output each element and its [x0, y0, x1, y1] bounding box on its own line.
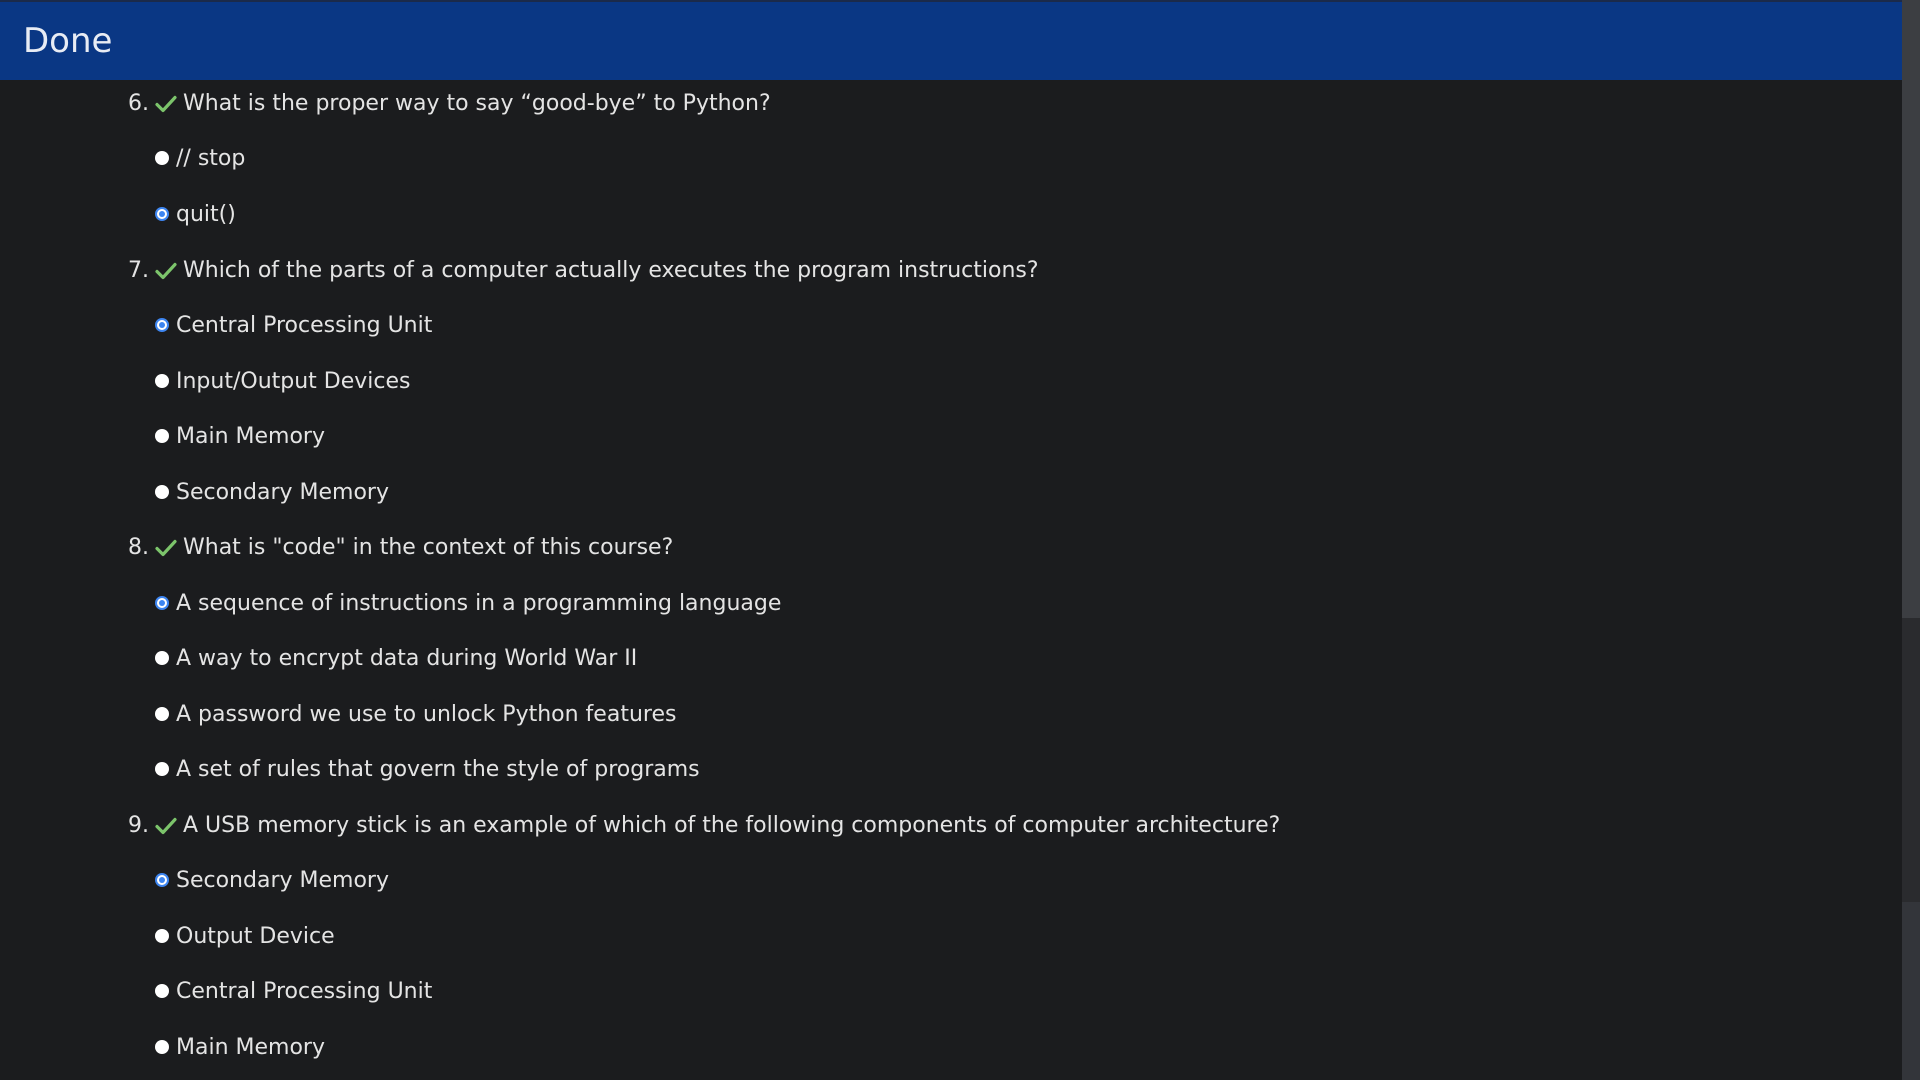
option-label[interactable]: Central Processing Unit [176, 979, 432, 1004]
page-title: Done [23, 21, 113, 61]
question-text: A USB memory stick is an example of whic… [183, 812, 1281, 838]
option-label[interactable]: // stop [176, 146, 245, 171]
radio-button-selected[interactable] [155, 318, 169, 332]
radio-button[interactable] [155, 929, 169, 943]
radio-button[interactable] [155, 151, 169, 165]
check-icon [155, 261, 177, 280]
option-label[interactable]: Main Memory [176, 424, 325, 449]
radio-button[interactable] [155, 984, 169, 998]
option-label[interactable]: quit() [176, 202, 236, 227]
option-row[interactable]: Output Device [155, 920, 335, 952]
radio-button-selected[interactable] [155, 596, 169, 610]
quiz-content[interactable]: 6. What is the proper way to say “good-b… [0, 80, 1902, 1080]
question-7: 7. Which of the parts of a computer actu… [128, 254, 1039, 286]
option-row[interactable]: Input/Output Devices [155, 365, 411, 397]
option-label[interactable]: A sequence of instructions in a programm… [176, 591, 781, 616]
option-row[interactable]: quit() [155, 198, 236, 230]
radio-button[interactable] [155, 707, 169, 721]
check-icon [155, 94, 177, 113]
question-text: What is the proper way to say “good-bye”… [183, 90, 771, 116]
radio-button[interactable] [155, 485, 169, 499]
question-text: What is "code" in the context of this co… [183, 534, 674, 560]
vertical-scrollbar[interactable] [1902, 0, 1920, 1080]
option-row[interactable]: A set of rules that govern the style of … [155, 753, 700, 785]
radio-button[interactable] [155, 762, 169, 776]
check-icon [155, 538, 177, 557]
header-bar: Done [0, 0, 1902, 80]
option-row[interactable]: A sequence of instructions in a programm… [155, 587, 781, 619]
question-number: 6. [128, 90, 149, 116]
scrollbar-lower-region[interactable] [1902, 902, 1920, 1080]
question-6: 6. What is the proper way to say “good-b… [128, 87, 771, 119]
question-number: 8. [128, 534, 149, 560]
radio-button[interactable] [155, 374, 169, 388]
option-row[interactable]: A password we use to unlock Python featu… [155, 698, 676, 730]
quiz-app: Done 6. What is the proper way to say “g… [0, 0, 1920, 1080]
option-label[interactable]: A password we use to unlock Python featu… [176, 702, 676, 727]
radio-button-selected[interactable] [155, 873, 169, 887]
radio-button[interactable] [155, 651, 169, 665]
radio-button[interactable] [155, 1040, 169, 1054]
option-label[interactable]: Input/Output Devices [176, 369, 411, 394]
option-row[interactable]: Central Processing Unit [155, 309, 432, 341]
option-label[interactable]: Central Processing Unit [176, 313, 432, 338]
radio-button[interactable] [155, 429, 169, 443]
option-label[interactable]: Output Device [176, 924, 335, 949]
check-icon [155, 816, 177, 835]
option-row[interactable]: A way to encrypt data during World War I… [155, 642, 637, 674]
option-label[interactable]: A way to encrypt data during World War I… [176, 646, 637, 671]
question-number: 9. [128, 812, 149, 838]
option-row[interactable]: // stop [155, 142, 245, 174]
option-row[interactable]: Main Memory [155, 420, 325, 452]
scrollbar-thumb[interactable] [1902, 0, 1920, 618]
option-label[interactable]: Main Memory [176, 1035, 325, 1060]
radio-button-selected[interactable] [155, 207, 169, 221]
question-9: 9. A USB memory stick is an example of w… [128, 809, 1280, 841]
option-label[interactable]: Secondary Memory [176, 868, 389, 893]
question-text: Which of the parts of a computer actuall… [183, 257, 1039, 283]
question-number: 7. [128, 257, 149, 283]
option-label[interactable]: Secondary Memory [176, 480, 389, 505]
option-label[interactable]: A set of rules that govern the style of … [176, 757, 700, 782]
option-row[interactable]: Central Processing Unit [155, 975, 432, 1007]
option-row[interactable]: Secondary Memory [155, 864, 389, 896]
option-row[interactable]: Secondary Memory [155, 476, 389, 508]
option-row[interactable]: Main Memory [155, 1031, 325, 1063]
question-8: 8. What is "code" in the context of this… [128, 531, 673, 563]
